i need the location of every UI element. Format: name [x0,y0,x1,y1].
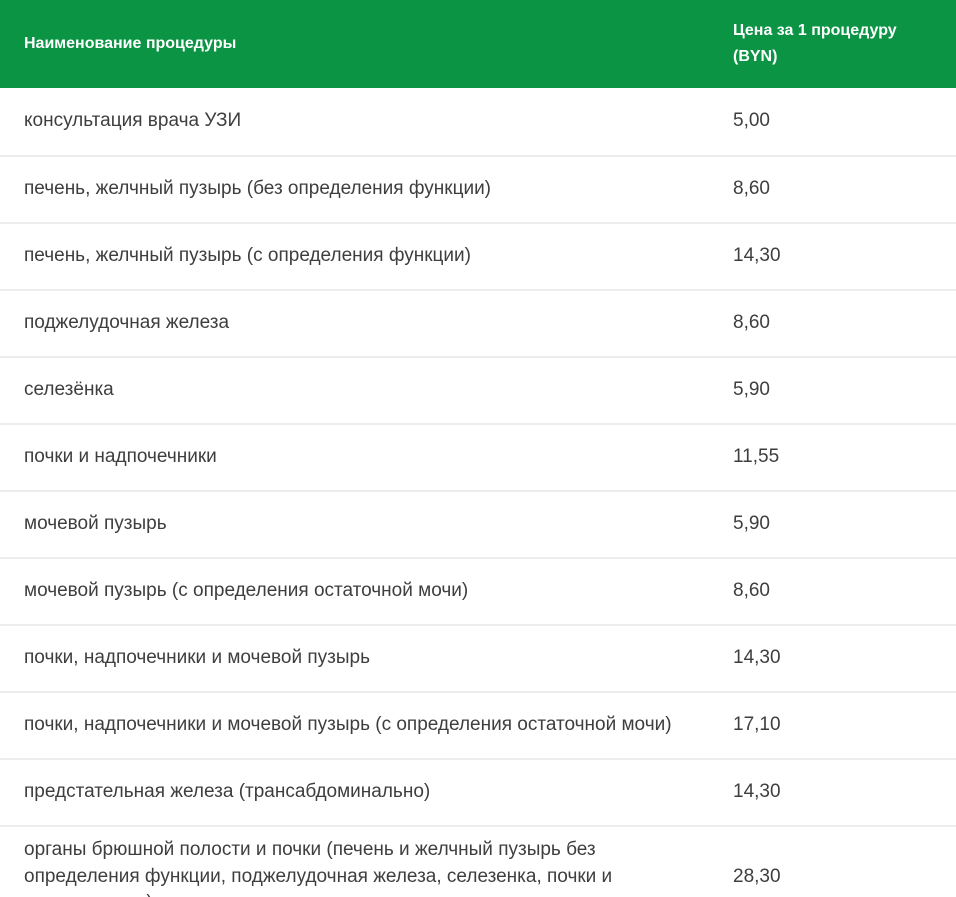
procedure-name: почки и надпочечники [0,434,733,481]
procedure-name: органы брюшной полости и почки (печень и… [0,827,733,897]
procedure-name: мочевой пузырь (с определения остаточной… [0,568,733,615]
column-header-price: Цена за 1 процедуру (BYN) [733,18,956,70]
table-row: селезёнка 5,90 [0,356,956,423]
procedure-name: консультация врача УЗИ [0,98,733,145]
procedure-price: 8,60 [733,166,956,213]
price-table: Наименование процедуры Цена за 1 процеду… [0,0,956,897]
procedure-name: печень, желчный пузырь (без определения … [0,166,733,213]
table-row: печень, желчный пузырь (с определения фу… [0,222,956,289]
procedure-price: 14,30 [733,635,956,682]
procedure-price: 5,90 [733,367,956,414]
table-row: мочевой пузырь (с определения остаточной… [0,557,956,624]
table-row: мочевой пузырь 5,90 [0,490,956,557]
table-row: почки и надпочечники 11,55 [0,423,956,490]
table-body: консультация врача УЗИ 5,00 печень, желч… [0,88,956,897]
table-row: консультация врача УЗИ 5,00 [0,88,956,155]
procedure-price: 14,30 [733,233,956,280]
column-header-price-label: Цена за 1 процедуру (BYN) [733,18,913,70]
procedure-price: 17,10 [733,702,956,749]
column-header-procedure: Наименование процедуры [0,31,733,57]
table-row: органы брюшной полости и почки (печень и… [0,825,956,897]
procedure-price: 5,00 [733,98,956,145]
procedure-price: 14,30 [733,769,956,816]
table-row: печень, желчный пузырь (без определения … [0,155,956,222]
table-row: предстательная железа (трансабдоминально… [0,758,956,825]
table-row: почки, надпочечники и мочевой пузырь (с … [0,691,956,758]
procedure-name: почки, надпочечники и мочевой пузырь (с … [0,702,733,749]
procedure-name: поджелудочная железа [0,300,733,347]
procedure-name: печень, желчный пузырь (с определения фу… [0,233,733,280]
procedure-price: 5,90 [733,501,956,548]
procedure-name: предстательная железа (трансабдоминально… [0,769,733,816]
table-row: поджелудочная железа 8,60 [0,289,956,356]
procedure-price: 28,30 [733,854,956,897]
table-row: почки, надпочечники и мочевой пузырь 14,… [0,624,956,691]
table-header-row: Наименование процедуры Цена за 1 процеду… [0,0,956,88]
procedure-name: мочевой пузырь [0,501,733,548]
procedure-price: 8,60 [733,300,956,347]
procedure-name: почки, надпочечники и мочевой пузырь [0,635,733,682]
procedure-price: 8,60 [733,568,956,615]
procedure-name: селезёнка [0,367,733,414]
procedure-price: 11,55 [733,434,956,481]
